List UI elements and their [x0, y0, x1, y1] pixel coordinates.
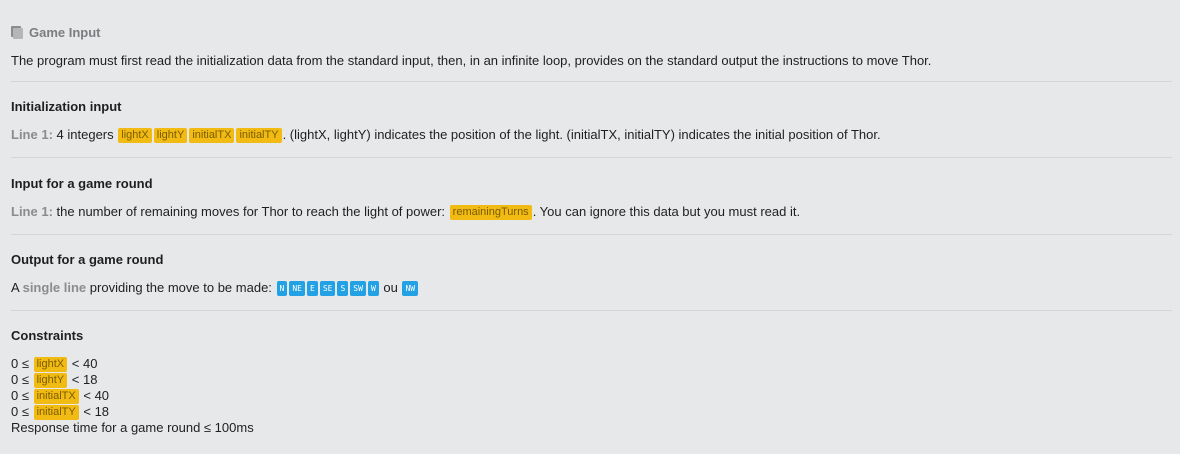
section-title: Game Input	[29, 24, 101, 40]
constraint-pre: 0 ≤	[11, 388, 29, 403]
constraints-heading: Constraints	[11, 328, 84, 343]
init-text-b: . (lightX, lightY) indicates the positio…	[282, 127, 881, 142]
constraint-row: 0 ≤ lightY < 18	[11, 372, 254, 388]
init-heading: Initialization input	[11, 99, 122, 114]
round-output-line: A single line providing the move to be m…	[11, 280, 419, 296]
divider	[11, 234, 1172, 235]
divider	[11, 81, 1172, 82]
constraint-pre: 0 ≤	[11, 404, 29, 419]
constraint-row: 0 ≤ initialTX < 40	[11, 388, 254, 404]
round-input-text-a: the number of remaining moves for Thor t…	[56, 204, 446, 219]
direction-badge: NW	[402, 281, 419, 296]
divider	[11, 157, 1172, 158]
direction-badge: NE	[289, 281, 305, 296]
or-word: ou	[383, 280, 398, 295]
round-input-line: Line 1: the number of remaining moves fo…	[11, 204, 800, 220]
var-badge: initialTX	[33, 389, 79, 404]
constraint-post: < 18	[71, 372, 98, 387]
round-output-heading: Output for a game round	[11, 252, 164, 267]
line-label: Line 1:	[11, 127, 53, 142]
direction-badge: W	[367, 281, 379, 296]
divider	[11, 310, 1172, 311]
constraints-list: 0 ≤ lightX < 40 0 ≤ lightY < 18 0 ≤ init…	[11, 356, 254, 436]
direction-badge: N	[276, 281, 288, 296]
var-badge: initialTY	[33, 405, 79, 420]
direction-badge: E	[307, 281, 318, 296]
line-label: Line 1:	[11, 204, 53, 219]
var-badge: lightY	[153, 128, 188, 143]
round-input-heading: Input for a game round	[11, 176, 153, 191]
game-input-panel: Game Input The program must first read t…	[0, 0, 1180, 454]
init-line: Line 1: 4 integers lightX lightY initialTX…	[11, 127, 881, 143]
var-badge: lightX	[33, 357, 68, 372]
init-text-a: 4 integers	[56, 127, 114, 142]
var-badge: lightX	[118, 128, 152, 143]
response-time-text: Response time for a game round ≤ 100ms	[11, 420, 254, 435]
intro-text: The program must first read the initiali…	[11, 53, 932, 68]
constraint-pre: 0 ≤	[11, 372, 29, 387]
var-badge: initialTX	[189, 128, 235, 143]
var-badge: lightY	[33, 373, 68, 388]
single-line-emphasis: single line	[22, 280, 87, 295]
constraint-post: < 40	[83, 388, 110, 403]
direction-badge: S	[337, 281, 349, 296]
direction-badge: SW	[350, 281, 366, 296]
var-badge: remainingTurns	[449, 205, 532, 220]
book-icon	[11, 25, 23, 39]
constraint-row: 0 ≤ lightX < 40	[11, 356, 254, 372]
constraint-pre: 0 ≤	[11, 356, 29, 371]
constraint-post: < 40	[71, 356, 98, 371]
round-input-text-b: . You can ignore this data but you must …	[532, 204, 801, 219]
section-header: Game Input	[11, 24, 101, 40]
round-output-text-a: A	[11, 280, 19, 295]
round-output-text-b: providing the move to be made:	[89, 280, 272, 295]
constraint-row: 0 ≤ initialTY < 18	[11, 404, 254, 420]
var-badge: initialTY	[236, 128, 282, 143]
constraint-post: < 18	[83, 404, 110, 419]
direction-badge: SE	[319, 281, 336, 296]
